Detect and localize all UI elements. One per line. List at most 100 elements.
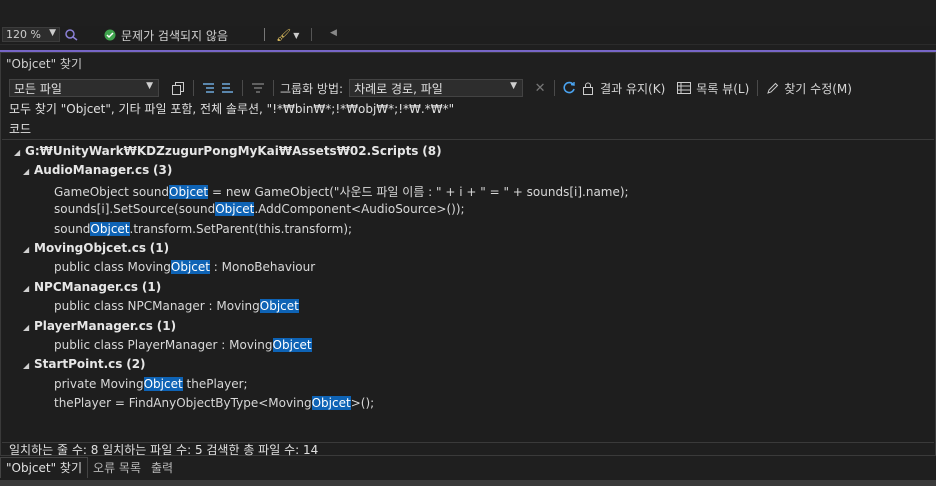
- tab-error-list[interactable]: 오류 목록: [88, 457, 146, 477]
- modify-find-button[interactable]: 찾기 수정(M): [766, 80, 852, 97]
- match-suffix: thePlayer;: [182, 376, 248, 391]
- search-summary: 모두 찾기 "Objcet", 기타 파일 포함, 전체 솔루션, "!*₩bi…: [9, 102, 455, 116]
- expand-triangle-icon[interactable]: ◢: [23, 167, 34, 176]
- tree-file-node[interactable]: ◢ StartPoint.cs (2): [23, 357, 146, 371]
- copy-icon: [171, 81, 184, 95]
- modify-find-label: 찾기 수정(M): [784, 81, 852, 96]
- group-by-dropdown[interactable]: 차례로 경로, 파일 ▼: [349, 79, 524, 97]
- intellicode-icon[interactable]: [64, 27, 78, 41]
- list-view-button[interactable]: 목록 뷰(L): [677, 80, 749, 97]
- divider: [757, 80, 759, 96]
- tree-match-line[interactable]: public class PlayerManager : MovingObjce…: [54, 338, 312, 352]
- filter-button[interactable]: [249, 79, 267, 97]
- match-prefix: public class NPCManager : Moving: [54, 299, 260, 314]
- dropdown-caret-icon: ▼: [49, 28, 56, 38]
- divider: [554, 80, 556, 96]
- file-name: NPCManager.cs: [34, 279, 139, 294]
- tree-match-line[interactable]: public class NPCManager : MovingObjcet: [54, 299, 299, 314]
- match-suffix: >();: [350, 396, 375, 411]
- expand-triangle-icon[interactable]: ◢: [23, 284, 34, 293]
- file-name: MovingObjcet.cs: [34, 241, 146, 255]
- next-result-icon: [222, 83, 233, 93]
- scope-value: 모든 파일: [14, 81, 62, 96]
- divider: [311, 28, 312, 41]
- match-prefix: GameObject sound: [54, 184, 170, 199]
- column-header-code[interactable]: 코드: [9, 120, 31, 137]
- match-highlight: Objcet: [90, 221, 130, 236]
- next-result-button[interactable]: [218, 79, 236, 97]
- dropdown-caret-icon: ▼: [293, 30, 300, 40]
- issues-indicator[interactable]: 문제가 검색되지 않음: [104, 27, 228, 43]
- find-toolbar: 모든 파일 ▼ 그룹화 방법: 차례로 경로, 파일 ▼ ✕ 결과 유지(K) …: [9, 78, 852, 98]
- match-suffix: = new GameObject("사운드 파일 이름 : " + i + " …: [208, 184, 629, 199]
- zoom-value: 120 %: [6, 28, 41, 41]
- match-suffix: .AddComponent<AudioSource>());: [254, 202, 465, 217]
- root-count: (8): [422, 144, 442, 158]
- tree-match-line[interactable]: public class MovingObjcet : MonoBehaviou…: [54, 260, 316, 275]
- expand-triangle-icon[interactable]: ◢: [23, 323, 34, 332]
- divider: [273, 80, 274, 96]
- group-by-label: 그룹화 방법:: [280, 81, 344, 96]
- expand-triangle-icon[interactable]: ◢: [23, 245, 34, 254]
- refresh-button[interactable]: [560, 79, 578, 97]
- match-highlight: Objcet: [272, 338, 312, 352]
- list-view-icon: [677, 82, 692, 94]
- tool-window-tabs: "Objcet" 찾기 오류 목록 출력: [0, 456, 936, 478]
- code-cleanup-button[interactable]: 🖌 ▼: [276, 27, 299, 43]
- clear-icon: ✕: [534, 80, 546, 96]
- tree-match-line[interactable]: soundObjcet.transform.SetParent(this.tra…: [54, 221, 353, 236]
- tree-root-path[interactable]: ◢ G:₩UnityWark₩KDZzugurPongMyKai₩Assets₩0…: [14, 144, 442, 158]
- tree-file-node[interactable]: ◢ PlayerManager.cs (1): [23, 319, 176, 333]
- clear-button[interactable]: ✕: [531, 79, 549, 97]
- divider: [242, 80, 243, 96]
- lock-icon: [583, 82, 594, 95]
- prev-result-icon: [203, 83, 214, 93]
- match-highlight: Objcet: [259, 299, 299, 314]
- check-circle-icon: [104, 29, 116, 41]
- tree-match-line[interactable]: thePlayer = FindAnyObjectByType<MovingOb…: [54, 396, 375, 411]
- tab-output[interactable]: 출력: [146, 457, 178, 477]
- file-match-count: (1): [141, 279, 162, 294]
- scroll-left-icon[interactable]: ◀: [330, 28, 337, 38]
- tree-match-line[interactable]: GameObject soundObjcet = new GameObject(…: [54, 183, 629, 200]
- tree-match-line[interactable]: sounds[i].SetSource(soundObjcet.AddCompo…: [54, 202, 465, 217]
- tree-file-node[interactable]: ◢ NPCManager.cs (1): [23, 280, 161, 294]
- filter-icon: [252, 83, 264, 93]
- dropdown-caret-icon: ▼: [146, 81, 153, 91]
- scope-dropdown[interactable]: 모든 파일 ▼: [9, 79, 159, 97]
- file-match-count: (1): [149, 241, 170, 255]
- keep-results-button[interactable]: 결과 유지(K): [582, 80, 665, 97]
- match-highlight: Objcet: [143, 376, 183, 391]
- match-highlight: Objcet: [170, 260, 210, 275]
- prev-result-button[interactable]: [200, 79, 218, 97]
- find-results-panel: "Objcet" 찾기 모든 파일 ▼ 그룹화 방법: 차례로 경로, 파일 ▼: [0, 52, 936, 457]
- file-match-count: (1): [156, 318, 177, 333]
- divider: [264, 28, 265, 41]
- root-path: G:₩UnityWark₩KDZzugurPongMyKai₩Assets₩02…: [25, 144, 419, 158]
- match-suffix: : MonoBehaviour: [209, 260, 316, 275]
- tab-find-results[interactable]: "Objcet" 찾기: [0, 456, 89, 478]
- match-suffix: .transform.SetParent(this.transform);: [129, 221, 353, 236]
- file-match-count: (3): [153, 163, 173, 178]
- file-match-count: (2): [126, 357, 146, 372]
- expand-triangle-icon[interactable]: ◢: [23, 361, 34, 370]
- match-prefix: thePlayer = FindAnyObjectByType<Moving: [54, 396, 312, 411]
- brush-icon: 🖌: [276, 28, 292, 42]
- tree-match-line[interactable]: private MovingObjcet thePlayer;: [54, 376, 248, 391]
- file-name: StartPoint.cs: [34, 357, 123, 372]
- match-prefix: private Moving: [54, 376, 144, 391]
- results-tree: ◢ G:₩UnityWark₩KDZzugurPongMyKai₩Assets₩0…: [2, 139, 934, 443]
- pencil-icon: [767, 82, 779, 94]
- list-view-label: 목록 뷰(L): [696, 81, 750, 96]
- match-prefix: public class Moving: [54, 260, 171, 275]
- dropdown-caret-icon: ▼: [510, 81, 518, 91]
- match-highlight: Objcet: [215, 202, 255, 217]
- issues-text: 문제가 검색되지 않음: [121, 28, 228, 43]
- match-highlight: Objcet: [311, 396, 351, 411]
- tree-file-node[interactable]: ◢ MovingObjcet.cs (1): [23, 241, 169, 255]
- copy-button[interactable]: [169, 79, 187, 97]
- tree-file-node[interactable]: ◢ AudioManager.cs (3): [23, 163, 172, 177]
- zoom-combobox[interactable]: 120 % ▼: [2, 27, 60, 42]
- expand-triangle-icon[interactable]: ◢: [14, 148, 25, 157]
- refresh-icon: [563, 81, 575, 94]
